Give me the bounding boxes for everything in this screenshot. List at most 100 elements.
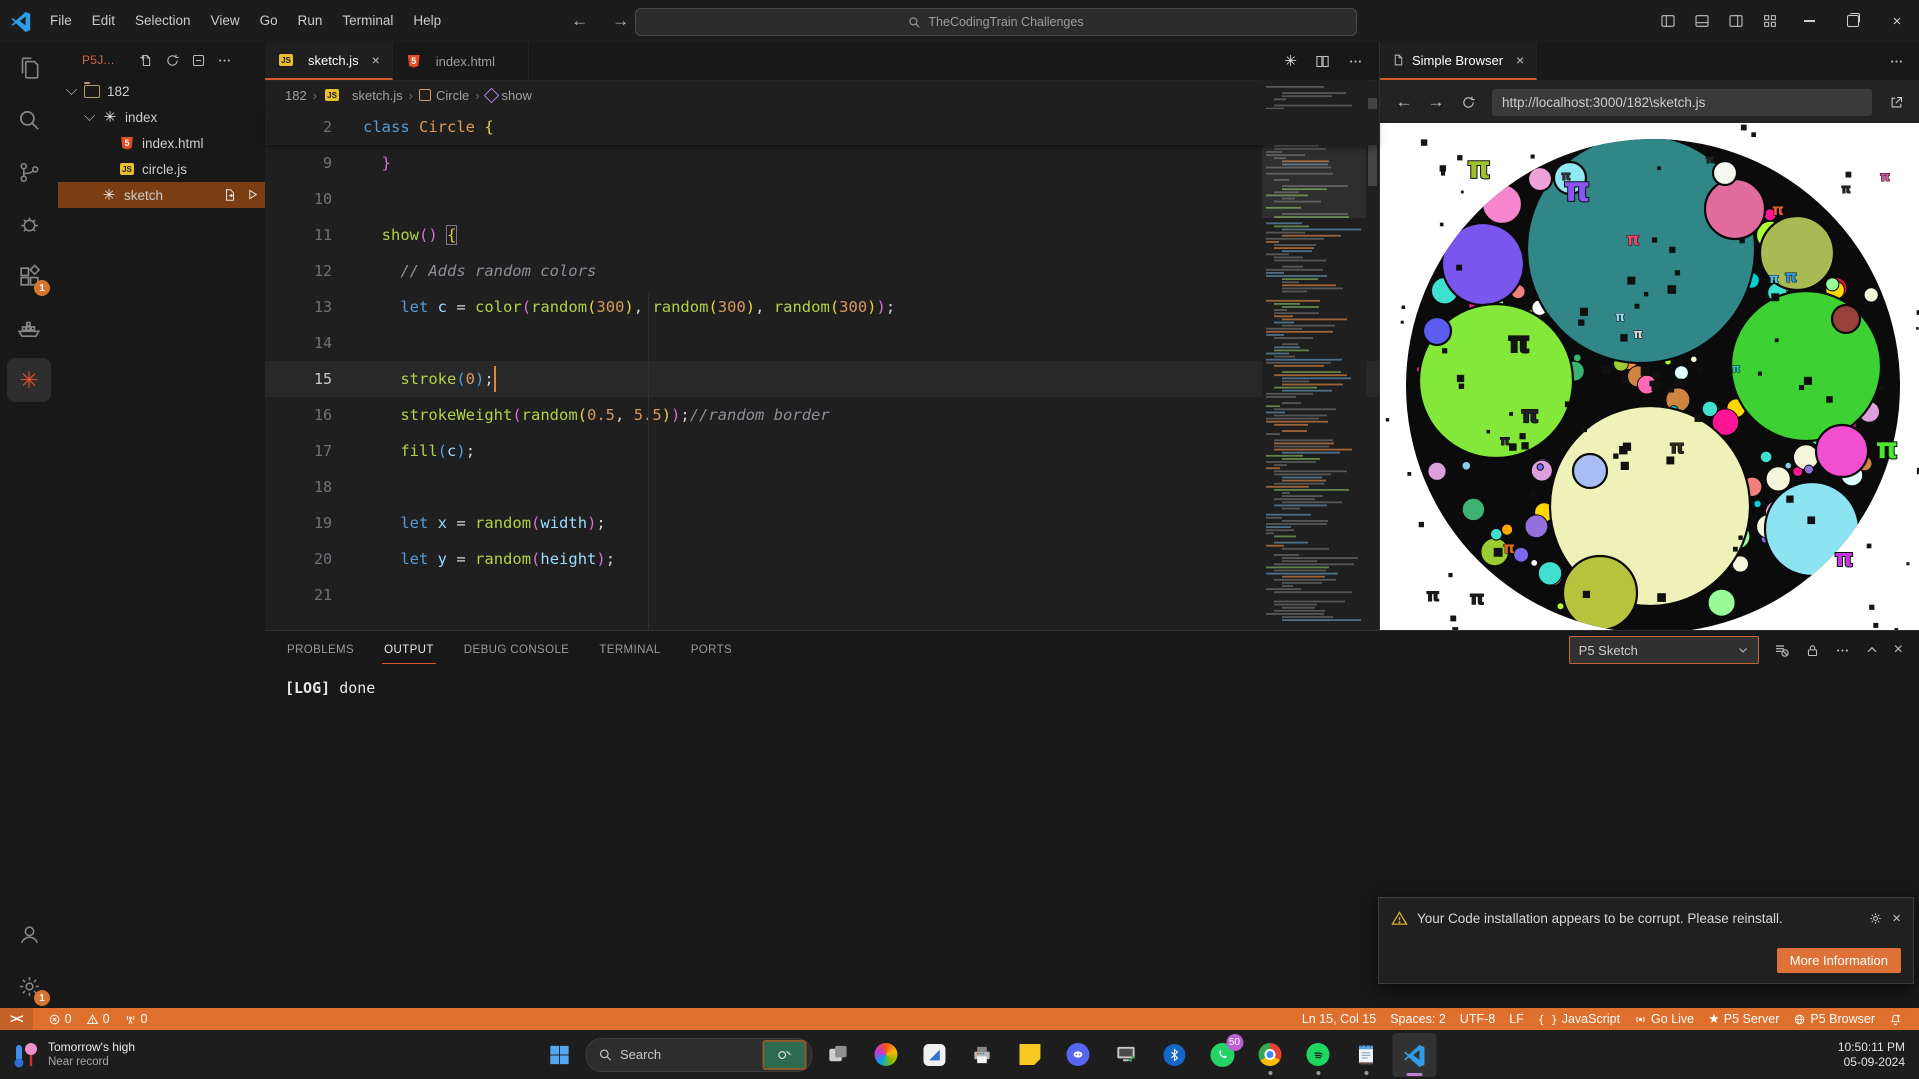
- panel-tab-ports[interactable]: PORTS: [689, 635, 734, 663]
- panel-tab-output[interactable]: OUTPUT: [382, 635, 436, 664]
- run-sketch-icon[interactable]: [246, 188, 259, 201]
- status-p5-browser[interactable]: P5 Browser: [1786, 1008, 1882, 1030]
- taskbar-windows-start[interactable]: [537, 1033, 581, 1077]
- browser-forward-icon[interactable]: →: [1422, 92, 1450, 112]
- menu-selection[interactable]: Selection: [125, 0, 201, 42]
- open-external-icon[interactable]: [1882, 95, 1910, 110]
- clear-output-icon[interactable]: [1774, 642, 1790, 658]
- taskbar-clock[interactable]: 10:50:11 PM 05-09-2024: [1838, 1040, 1919, 1070]
- minimap[interactable]: [1262, 80, 1366, 630]
- close-button[interactable]: ×: [1875, 0, 1919, 42]
- p5-sketch-canvas[interactable]: ππππππππππππππππππππππ: [1380, 123, 1919, 631]
- taskbar-weather-widget[interactable]: Tomorrow's high Near record: [0, 1040, 290, 1070]
- taskbar-icon-copilot[interactable]: [864, 1033, 908, 1077]
- status-remote[interactable]: ><: [0, 1008, 33, 1030]
- breadcrumb-item-sketch-js[interactable]: JSsketch.js: [323, 88, 403, 103]
- breadcrumb-item-182[interactable]: 182: [285, 88, 307, 103]
- activity-item-extensions[interactable]: 1: [0, 250, 58, 302]
- status-p5-server[interactable]: ★P5 Server: [1701, 1008, 1786, 1030]
- close-panel-icon[interactable]: ×: [1894, 641, 1903, 659]
- collapse-all-icon[interactable]: [191, 53, 206, 68]
- toggle-secondary-sidebar-icon[interactable]: [1719, 13, 1753, 29]
- menu-view[interactable]: View: [201, 0, 250, 42]
- tree-item-index-html[interactable]: 5index.html: [58, 130, 265, 156]
- menu-terminal[interactable]: Terminal: [332, 0, 403, 42]
- close-tab-icon[interactable]: ×: [372, 52, 380, 68]
- tree-item-182[interactable]: 182: [58, 78, 265, 104]
- taskbar-icon-remote-desktop[interactable]: [1104, 1033, 1148, 1077]
- status-utf-8[interactable]: UTF-8: [1453, 1008, 1502, 1030]
- status-bell[interactable]: [1882, 1008, 1909, 1030]
- status-lf[interactable]: LF: [1502, 1008, 1531, 1030]
- status-error[interactable]: 0: [41, 1008, 79, 1030]
- taskbar-search[interactable]: Search: [585, 1038, 812, 1072]
- tab-sketch-js[interactable]: JSsketch.js×: [265, 42, 393, 80]
- taskbar-icon-snipping-tool[interactable]: [912, 1033, 956, 1077]
- more-actions-icon[interactable]: [1835, 643, 1850, 658]
- status-go-live[interactable]: Go Live: [1627, 1008, 1701, 1030]
- panel-tab-problems[interactable]: PROBLEMS: [285, 635, 356, 663]
- menu-help[interactable]: Help: [403, 0, 451, 42]
- more-actions-icon[interactable]: [1889, 54, 1904, 69]
- status-ln-15-col-15[interactable]: Ln 15, Col 15: [1295, 1008, 1383, 1030]
- activity-item-settings[interactable]: 1: [0, 960, 58, 1012]
- command-center-search[interactable]: TheCodingTrain Challenges: [635, 8, 1357, 36]
- tab-index-html[interactable]: 5index.html: [393, 42, 529, 80]
- taskbar-icon-notepad[interactable]: [1344, 1033, 1388, 1077]
- more-actions-icon[interactable]: [217, 53, 232, 68]
- activity-item-explorer[interactable]: [0, 42, 58, 94]
- minimize-button[interactable]: [1787, 0, 1831, 42]
- toggle-sidebar-icon[interactable]: [1651, 13, 1685, 29]
- browser-reload-icon[interactable]: [1454, 95, 1482, 110]
- new-file-icon[interactable]: [139, 53, 154, 68]
- panel-tab-debug-console[interactable]: DEBUG CONSOLE: [462, 635, 572, 663]
- activity-item-search[interactable]: [0, 94, 58, 146]
- taskbar-icon-spotify[interactable]: [1296, 1033, 1340, 1077]
- activity-item-run-debug[interactable]: [0, 198, 58, 250]
- taskbar-icon-bluetooth[interactable]: [1152, 1033, 1196, 1077]
- refresh-icon[interactable]: [165, 53, 180, 68]
- tree-item-circle-js[interactable]: JScircle.js: [58, 156, 265, 182]
- tree-item-sketch[interactable]: ✳sketch: [58, 182, 265, 208]
- lock-scroll-icon[interactable]: [1805, 643, 1820, 658]
- export-sketch-icon[interactable]: [223, 188, 237, 202]
- activity-item-source-control[interactable]: [0, 146, 58, 198]
- menu-file[interactable]: File: [40, 0, 82, 42]
- p5-run-icon[interactable]: ✳: [1284, 52, 1297, 70]
- more-information-button[interactable]: More Information: [1777, 948, 1901, 973]
- url-input[interactable]: http://localhost:3000/182\sketch.js: [1492, 89, 1872, 116]
- status-javascript[interactable]: { }JavaScript: [1531, 1008, 1627, 1030]
- editor-scrollbar[interactable]: [1366, 80, 1379, 630]
- taskbar-icon-vscode[interactable]: [1392, 1033, 1436, 1077]
- taskbar-icon-chrome[interactable]: [1248, 1033, 1292, 1077]
- breadcrumb-item-show[interactable]: show: [486, 88, 532, 103]
- taskbar-icon-sticky-notes[interactable]: [1008, 1033, 1052, 1077]
- taskbar-icon-whatsapp[interactable]: 50: [1200, 1033, 1244, 1077]
- taskbar-icon-task-view[interactable]: [816, 1033, 860, 1077]
- tab-simple-browser[interactable]: Simple Browser ×: [1380, 42, 1537, 80]
- code-editor[interactable]: 9 }1011 show() {12 // Adds random colors…: [265, 145, 1379, 613]
- close-notification-icon[interactable]: ×: [1892, 910, 1901, 927]
- split-editor-icon[interactable]: [1315, 54, 1330, 69]
- breadcrumb-item-Circle[interactable]: Circle: [419, 88, 469, 103]
- close-tab-icon[interactable]: ×: [1516, 52, 1524, 68]
- browser-back-icon[interactable]: ←: [1390, 92, 1418, 112]
- status-tower[interactable]: 0: [117, 1008, 155, 1030]
- customize-layout-icon[interactable]: [1753, 13, 1787, 29]
- toggle-panel-icon[interactable]: [1685, 13, 1719, 29]
- status-spaces-2[interactable]: Spaces: 2: [1383, 1008, 1453, 1030]
- restore-button[interactable]: [1831, 0, 1875, 42]
- status-warning[interactable]: 0: [79, 1008, 117, 1030]
- menu-run[interactable]: Run: [288, 0, 333, 42]
- more-actions-icon[interactable]: [1348, 54, 1363, 69]
- taskbar-icon-printer[interactable]: [960, 1033, 1004, 1077]
- panel-tab-terminal[interactable]: TERMINAL: [597, 635, 662, 663]
- activity-item-docker[interactable]: [0, 302, 58, 354]
- taskbar-icon-discord[interactable]: [1056, 1033, 1100, 1077]
- activity-item-accounts[interactable]: [0, 908, 58, 960]
- activity-item-p5[interactable]: ✳: [0, 354, 58, 406]
- tree-item-index[interactable]: ✳index: [58, 104, 265, 130]
- output-channel-select[interactable]: P5 Sketch: [1569, 636, 1759, 664]
- menu-edit[interactable]: Edit: [82, 0, 125, 42]
- menu-go[interactable]: Go: [250, 0, 288, 42]
